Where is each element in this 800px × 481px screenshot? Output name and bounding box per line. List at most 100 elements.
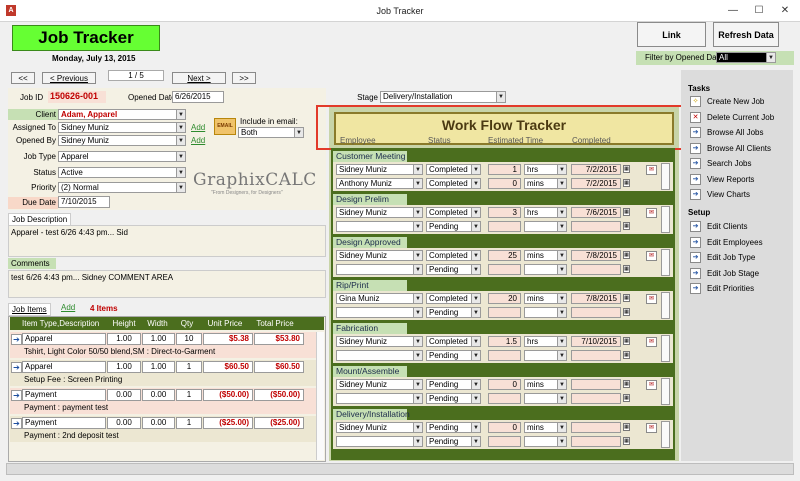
wft-time-field[interactable]: 20 [488,293,521,304]
wft-unit-select[interactable]: mins ▼ [524,422,567,433]
wft-status-select[interactable]: Completed ▼ [426,293,481,304]
opened-date-field[interactable]: 6/26/2015 [172,91,224,103]
item-height-cell[interactable]: 1.00 [107,333,141,345]
wft-completed-date[interactable] [571,264,621,275]
wft-employee-select[interactable]: ▼ [336,307,423,318]
email-notify-icon[interactable]: ✉ [646,337,657,347]
wft-employee-select[interactable]: Anthony Muniz ▼ [336,178,423,189]
wft-stage-scrollbar[interactable] [661,249,670,276]
wft-status-select[interactable]: Pending ▼ [426,307,481,318]
email-include-select[interactable]: Both ▼ [238,127,304,138]
email-notify-icon[interactable]: ✉ [646,165,657,175]
close-icon[interactable]: ✕ [772,0,798,22]
job-type-select[interactable]: Apparel ▼ [58,151,186,162]
wft-completed-date[interactable] [571,307,621,318]
item-height-cell[interactable]: 1.00 [107,361,141,373]
wft-completed-date[interactable]: 7/8/2015 [571,250,621,261]
wft-stage-scrollbar[interactable] [661,335,670,362]
wft-status-select[interactable]: Pending ▼ [426,350,481,361]
calendar-icon[interactable]: ▦ [623,423,630,431]
wft-time-field[interactable]: 1.5 [488,336,521,347]
wft-time-field[interactable]: 0 [488,422,521,433]
wft-status-select[interactable]: Completed ▼ [426,207,481,218]
wft-employee-select[interactable]: Sidney Muniz ▼ [336,422,423,433]
wft-employee-select[interactable]: Sidney Muniz ▼ [336,207,423,218]
wft-completed-date[interactable] [571,379,621,390]
opened-by-select[interactable]: Sidney Muniz ▼ [58,135,186,146]
calendar-icon[interactable]: ▦ [623,165,630,173]
wft-employee-select[interactable]: Sidney Muniz ▼ [336,379,423,390]
calendar-icon[interactable]: ▦ [623,179,630,187]
wft-employee-select[interactable]: Sidney Muniz ▼ [336,336,423,347]
wft-time-field[interactable]: 0 [488,379,521,390]
wft-unit-select[interactable]: ▼ [524,221,567,232]
add-opener-link[interactable]: Add [191,136,205,146]
wft-status-select[interactable]: Pending ▼ [426,379,481,390]
wft-unit-select[interactable]: mins ▼ [524,293,567,304]
wft-employee-select[interactable]: ▼ [336,221,423,232]
refresh-data-button[interactable]: Refresh Data [713,22,779,47]
maximize-icon[interactable]: ☐ [746,0,772,22]
wft-completed-date[interactable] [571,393,621,404]
client-select[interactable]: Adam, Apparel ▼ [58,109,186,120]
wft-status-select[interactable]: Pending ▼ [426,422,481,433]
link-database-button[interactable]: Link Database... [637,22,706,64]
wft-unit-select[interactable]: ▼ [524,350,567,361]
wft-stage-scrollbar[interactable] [661,206,670,233]
wft-status-select[interactable]: Pending ▼ [426,393,481,404]
wft-employee-select[interactable]: Gina Muniz ▼ [336,293,423,304]
wft-unit-select[interactable]: ▼ [524,264,567,275]
wft-stage-scrollbar[interactable] [661,421,670,448]
last-record-button[interactable]: >> [232,72,256,84]
calendar-icon[interactable]: ▦ [623,294,630,302]
email-notify-icon[interactable]: ✉ [646,251,657,261]
setup-item[interactable]: ➔ Edit Clients [690,220,790,233]
calendar-icon[interactable]: ▦ [623,380,630,388]
wft-unit-select[interactable]: hrs ▼ [524,164,567,175]
wft-completed-date[interactable]: 7/8/2015 [571,293,621,304]
calendar-icon[interactable]: ▦ [623,337,630,345]
wft-completed-date[interactable] [571,436,621,447]
setup-item[interactable]: ➔ Edit Priorities [690,282,790,295]
item-qty-cell[interactable]: 1 [176,389,202,401]
wft-unit-select[interactable]: mins ▼ [524,178,567,189]
due-date-field[interactable]: 7/10/2015 [58,196,110,208]
wft-time-field[interactable]: 1 [488,164,521,175]
wft-completed-date[interactable] [571,422,621,433]
arrow-right-icon[interactable]: ➔ [11,334,22,345]
wft-status-select[interactable]: Pending ▼ [426,264,481,275]
wft-employee-select[interactable]: ▼ [336,264,423,275]
minimize-icon[interactable]: — [720,0,746,22]
wft-employee-select[interactable]: ▼ [336,350,423,361]
calendar-icon[interactable]: ▦ [623,394,630,402]
calendar-icon[interactable]: ▦ [623,251,630,259]
wft-time-field[interactable] [488,221,521,232]
wft-unit-select[interactable]: ▼ [524,436,567,447]
task-item[interactable]: ➔ Browse All Jobs [690,126,790,139]
add-item-link[interactable]: Add [61,303,75,313]
item-type-cell[interactable]: Payment [22,417,106,429]
item-width-cell[interactable]: 1.00 [142,333,175,345]
item-total-price-cell[interactable]: $53.80 [254,333,304,345]
wft-unit-select[interactable]: hrs ▼ [524,336,567,347]
item-type-cell[interactable]: Payment [22,389,106,401]
wft-status-select[interactable]: Completed ▼ [426,178,481,189]
task-item[interactable]: ➔ Search Jobs [690,157,790,170]
task-item[interactable]: ➔ View Charts [690,188,790,201]
items-scrollbar[interactable] [316,332,324,460]
status-select[interactable]: Active ▼ [58,167,186,178]
calendar-icon[interactable]: ▦ [623,208,630,216]
email-notify-icon[interactable]: ✉ [646,208,657,218]
wft-time-field[interactable]: 25 [488,250,521,261]
item-type-cell[interactable]: Apparel [22,333,106,345]
wft-time-field[interactable]: 3 [488,207,521,218]
email-notify-icon[interactable]: ✉ [646,380,657,390]
item-total-price-cell[interactable]: ($50.00) [254,389,304,401]
item-type-cell[interactable]: Apparel [22,361,106,373]
wft-stage-scrollbar[interactable] [661,292,670,319]
wft-employee-select[interactable]: Sidney Muniz ▼ [336,250,423,261]
calendar-icon[interactable]: ▦ [623,265,630,273]
item-width-cell[interactable]: 1.00 [142,361,175,373]
arrow-right-icon[interactable]: ➔ [11,390,22,401]
task-item[interactable]: ✕ Delete Current Job [690,111,790,124]
